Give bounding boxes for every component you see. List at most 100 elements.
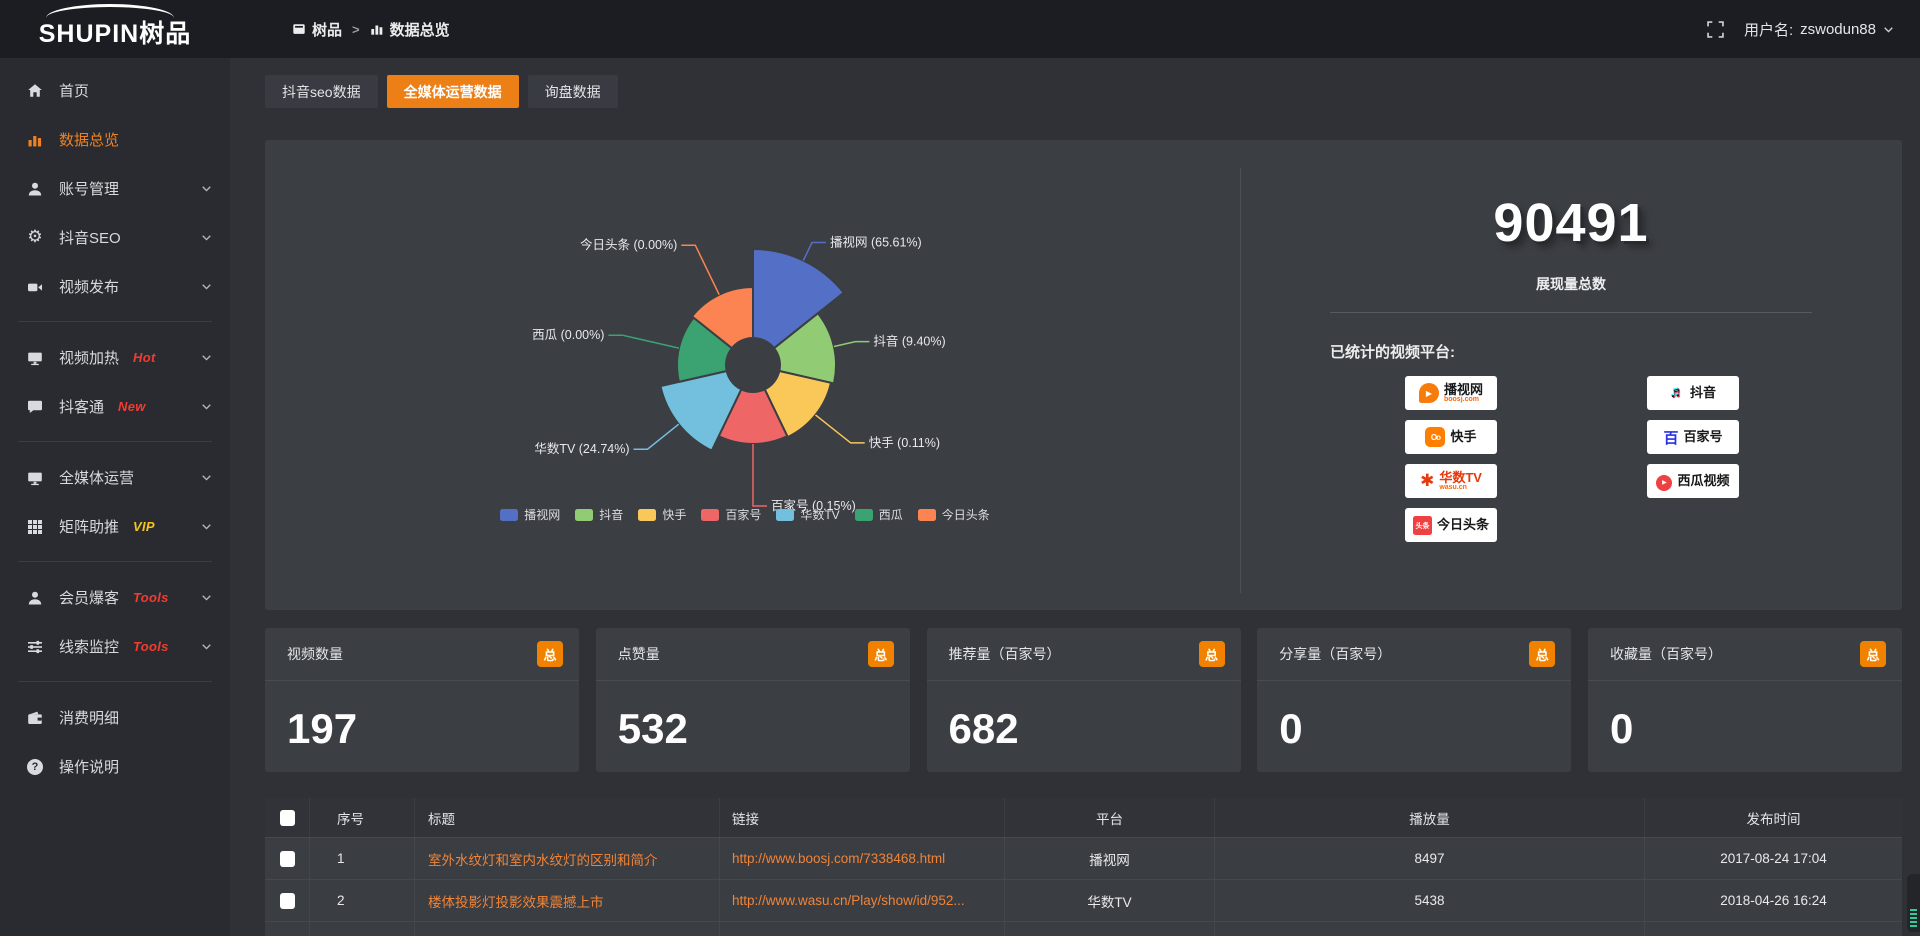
sidebar-item-视频发布[interactable]: 视频发布 [0, 262, 230, 311]
sidebar-item-label: 消费明细 [59, 707, 119, 728]
platform-name: 快手 [1450, 430, 1476, 444]
platform-badge-华数TV[interactable]: ✱ 华数TV wasu.cn [1405, 464, 1497, 498]
fullscreen-icon[interactable] [1707, 21, 1724, 38]
label-line-华数TV [634, 424, 679, 449]
baijia-icon: 百 [1663, 427, 1678, 448]
cell-platform: 播视网 [1005, 838, 1215, 879]
pie-label-抖音: 抖音 (9.40%) [873, 334, 945, 349]
sidebar-item-badge: VIP [133, 519, 155, 534]
help-icon: ? [26, 759, 44, 775]
cell-index: 1 [310, 838, 415, 879]
douyin-icon: ♬ [1670, 384, 1685, 402]
cell-plays: 5438 [1215, 880, 1645, 921]
total-badge[interactable]: 总 [537, 641, 563, 667]
label-line-抖音 [834, 342, 870, 347]
rose-pie-chart[interactable]: 播视网 (65.61%)抖音 (9.40%)快手 (0.11%)百家号 (0.1… [265, 140, 1225, 610]
breadcrumb-current[interactable]: 数据总览 [370, 19, 450, 40]
legend-label: 今日头条 [942, 506, 990, 523]
username-value: zswodun88 [1800, 21, 1876, 38]
total-impressions-value: 90491 [1240, 192, 1902, 254]
chevron-down-icon [1883, 24, 1894, 35]
total-badge[interactable]: 总 [1199, 641, 1225, 667]
sidebar-item-操作说明[interactable]: ? 操作说明 [0, 742, 230, 791]
videos-table: 序号 标题 链接 平台 播放量 发布时间 1 室外水纹灯和室内水纹灯的区别和简介… [265, 798, 1902, 936]
legend-item-播视网[interactable]: 播视网 [500, 506, 560, 523]
platform-badge-抖音[interactable]: ♬ 抖音 [1647, 376, 1739, 410]
stat-card-header: 收藏量（百家号） 总 [1588, 628, 1902, 681]
platform-badge-西瓜视频[interactable]: ▶ 西瓜视频 [1647, 464, 1739, 498]
total-badge[interactable]: 总 [1529, 641, 1555, 667]
legend-item-今日头条[interactable]: 今日头条 [918, 506, 990, 523]
platform-badge-快手[interactable]: Oo 快手 [1405, 420, 1497, 454]
user-menu[interactable]: 用户名: zswodun88 [1744, 19, 1894, 40]
select-all-checkbox[interactable] [280, 810, 295, 826]
pie-label-今日头条: 今日头条 (0.00%) [580, 237, 677, 252]
sidebar-item-badge: Hot [133, 350, 156, 365]
tab-抖音seo数据[interactable]: 抖音seo数据 [265, 75, 378, 108]
total-badge[interactable]: 总 [868, 641, 894, 667]
chevron-down-icon [201, 401, 212, 412]
sidebar-item-视频加热[interactable]: 视频加热 Hot [0, 333, 230, 382]
stat-card-title: 收藏量（百家号） [1610, 644, 1722, 664]
row-checkbox[interactable] [280, 893, 295, 909]
stat-card-视频数量: 视频数量 总 197 [265, 628, 579, 772]
breadcrumb-separator: > [352, 22, 360, 37]
sidebar-divider [18, 321, 212, 322]
sidebar-item-数据总览[interactable]: 数据总览 [0, 115, 230, 164]
data-tabs: 抖音seo数据全媒体运营数据询盘数据 [265, 75, 618, 108]
legend-label: 西瓜 [879, 506, 903, 523]
sidebar-item-label: 首页 [59, 80, 89, 101]
col-header-index: 序号 [310, 798, 415, 837]
video-icon [26, 279, 44, 295]
platform-badges-left: ▶ 播视网 boosj.com Oo 快手 ✱ 华数TV wasu.cn 头条 … [1405, 376, 1497, 542]
platform-name: 抖音 [1690, 386, 1716, 400]
sidebar-item-消费明细[interactable]: 消费明细 [0, 693, 230, 742]
logo-text: SHUPIN树品 [39, 14, 191, 50]
tab-全媒体运营数据[interactable]: 全媒体运营数据 [387, 75, 519, 108]
table-row: 1 室外水纹灯和室内水纹灯的区别和简介 http://www.boosj.com… [265, 838, 1902, 880]
total-badge[interactable]: 总 [1860, 641, 1886, 667]
cell-index: 2 [310, 880, 415, 921]
video-url-link[interactable]: http://www.wasu.cn/Play/show/id/952... [732, 893, 965, 908]
row-checkbox[interactable] [280, 851, 295, 867]
sidebar-item-label: 矩阵助推 [59, 516, 119, 537]
sidebar-item-label: 视频发布 [59, 276, 119, 297]
legend-item-西瓜[interactable]: 西瓜 [855, 506, 903, 523]
platform-sub: boosj.com [1444, 396, 1483, 403]
platform-badge-今日头条[interactable]: 头条 今日头条 [1405, 508, 1497, 542]
legend-label: 华数TV [800, 506, 839, 523]
legend-swatch [638, 509, 656, 521]
legend-item-抖音[interactable]: 抖音 [575, 506, 623, 523]
sidebar-item-抖客通[interactable]: 抖客通 New [0, 382, 230, 431]
legend-item-百家号[interactable]: 百家号 [701, 506, 761, 523]
label-line-西瓜 [608, 335, 679, 348]
sidebar-item-会员爆客[interactable]: 会员爆客 Tools [0, 573, 230, 622]
sidebar-divider [18, 681, 212, 682]
video-title-link[interactable]: 楼体投影灯投影效果震撼上市 [428, 891, 604, 911]
legend-item-华数TV[interactable]: 华数TV [776, 506, 839, 523]
platform-name: 百家号 [1684, 430, 1723, 444]
chevron-down-icon [201, 641, 212, 652]
sidebar-item-抖音SEO[interactable]: ⚙ 抖音SEO [0, 213, 230, 262]
video-title-link[interactable]: 室外水纹灯和室内水纹灯的区别和简介 [428, 849, 658, 869]
video-url-link[interactable]: http://www.boosj.com/7338468.html [732, 851, 945, 866]
sidebar-item-账号管理[interactable]: 账号管理 [0, 164, 230, 213]
sidebar-item-label: 全媒体运营 [59, 467, 134, 488]
stat-card-header: 推荐量（百家号） 总 [927, 628, 1241, 681]
label-line-百家号 [753, 444, 767, 506]
sidebar-item-矩阵助推[interactable]: 矩阵助推 VIP [0, 502, 230, 551]
platform-badge-播视网[interactable]: ▶ 播视网 boosj.com [1405, 376, 1497, 410]
platform-badge-百家号[interactable]: 百 百家号 [1647, 420, 1739, 454]
floating-widget[interactable] [1907, 874, 1920, 932]
legend-swatch [500, 509, 518, 521]
gear-icon: ⚙ [26, 229, 44, 246]
breadcrumb-root[interactable]: 树品 [292, 19, 342, 40]
sidebar-item-全媒体运营[interactable]: 全媒体运营 [0, 453, 230, 502]
tab-询盘数据[interactable]: 询盘数据 [528, 75, 618, 108]
sidebar-item-首页[interactable]: 首页 [0, 66, 230, 115]
topbar-right: 用户名: zswodun88 [1707, 19, 1894, 40]
kuaishou-icon: Oo [1425, 427, 1445, 448]
sidebar-item-线索监控[interactable]: 线索监控 Tools [0, 622, 230, 671]
legend-item-快手[interactable]: 快手 [638, 506, 686, 523]
app-logo[interactable]: SHUPIN树品 [0, 0, 230, 58]
